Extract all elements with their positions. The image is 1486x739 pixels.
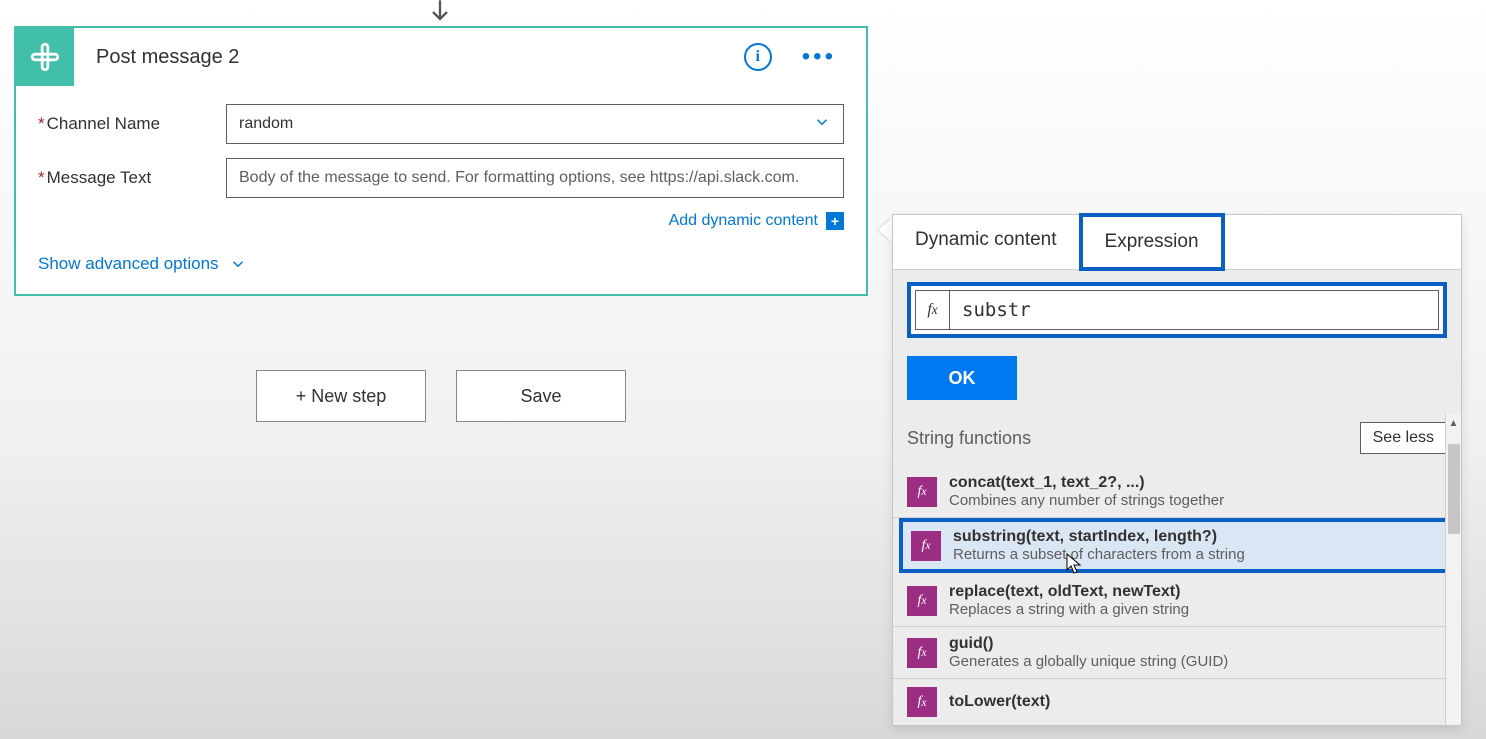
fx-icon: fx bbox=[907, 477, 937, 507]
fx-icon: fx bbox=[911, 531, 941, 561]
channel-name-value: random bbox=[239, 115, 293, 133]
scroll-up-icon[interactable]: ▲ bbox=[1446, 414, 1461, 432]
function-item-concat[interactable]: fx concat(text_1, text_2?, ...) Combines… bbox=[893, 466, 1461, 518]
expression-input-highlight: fx substr bbox=[907, 282, 1447, 338]
card-title: Post message 2 bbox=[84, 46, 734, 69]
scrollbar[interactable]: ▲ bbox=[1445, 414, 1461, 725]
function-list: String functions See less fx concat(text… bbox=[893, 414, 1461, 725]
chevron-down-icon bbox=[229, 255, 247, 273]
function-item-substring[interactable]: fx substring(text, startIndex, length?) … bbox=[899, 518, 1455, 573]
fx-icon: fx bbox=[916, 291, 950, 329]
show-advanced-options[interactable]: Show advanced options bbox=[38, 254, 247, 274]
action-card: Post message 2 i ••• *Channel Name rando… bbox=[14, 26, 868, 296]
channel-name-label: *Channel Name bbox=[38, 114, 226, 134]
slack-icon bbox=[16, 28, 74, 86]
message-text-label: *Message Text bbox=[38, 168, 226, 188]
function-item-tolower[interactable]: fx toLower(text) bbox=[893, 679, 1461, 725]
fx-icon: fx bbox=[907, 638, 937, 668]
expression-panel: Dynamic content Expression fx substr OK … bbox=[892, 214, 1462, 726]
function-item-replace[interactable]: fx replace(text, oldText, newText) Repla… bbox=[893, 575, 1461, 627]
expression-input[interactable]: fx substr bbox=[915, 290, 1439, 330]
ok-button[interactable]: OK bbox=[907, 356, 1017, 400]
fx-icon: fx bbox=[907, 586, 937, 616]
tab-dynamic-content[interactable]: Dynamic content bbox=[893, 215, 1079, 269]
new-step-button[interactable]: + New step bbox=[256, 370, 426, 422]
see-less-button[interactable]: See less bbox=[1360, 422, 1447, 454]
panel-tabs: Dynamic content Expression bbox=[893, 215, 1461, 270]
fx-icon: fx bbox=[907, 687, 937, 717]
add-dynamic-content-link[interactable]: Add dynamic content + bbox=[38, 212, 844, 230]
function-item-guid[interactable]: fx guid() Generates a globally unique st… bbox=[893, 627, 1461, 679]
scroll-thumb[interactable] bbox=[1448, 444, 1460, 534]
plus-icon: + bbox=[826, 212, 844, 230]
info-icon[interactable]: i bbox=[744, 43, 772, 71]
channel-name-dropdown[interactable]: random bbox=[226, 104, 844, 144]
chevron-down-icon bbox=[813, 113, 831, 136]
expression-input-value: substr bbox=[950, 299, 1043, 321]
tab-expression[interactable]: Expression bbox=[1079, 213, 1225, 271]
message-text-input[interactable]: Body of the message to send. For formatt… bbox=[226, 158, 844, 198]
card-header[interactable]: Post message 2 i ••• bbox=[16, 28, 866, 86]
save-button[interactable]: Save bbox=[456, 370, 626, 422]
section-title-string-functions: String functions bbox=[907, 428, 1031, 449]
more-menu-icon[interactable]: ••• bbox=[802, 43, 856, 71]
